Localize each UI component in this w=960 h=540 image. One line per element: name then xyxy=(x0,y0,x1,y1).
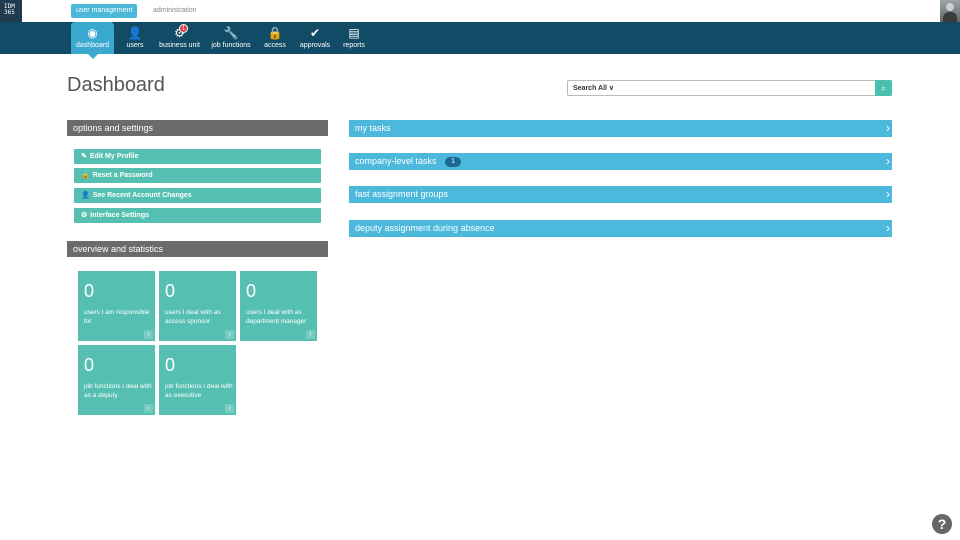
stat-tile[interactable]: 0 users I deal with as department manage… xyxy=(240,271,317,341)
edit-profile-button[interactable]: ✎ Edit My Profile xyxy=(74,149,321,164)
chevron-right-icon: › xyxy=(886,221,890,235)
count-badge: 1 xyxy=(445,157,461,167)
nav-approvals[interactable]: ✔ approvals xyxy=(295,22,335,54)
stat-label: users I am responsible for xyxy=(84,309,150,325)
stat-value: 0 xyxy=(165,355,176,375)
section-label: my tasks xyxy=(355,123,391,133)
chevron-right-icon: › xyxy=(225,330,234,339)
section-label: company-level tasks xyxy=(355,156,437,166)
search-bar: Search All ∨ ⌕ xyxy=(567,80,892,96)
nav-label: business unit xyxy=(159,42,200,49)
stat-label: users I deal with as access sponsor xyxy=(165,309,221,325)
stat-label: users I deal with as department manager xyxy=(246,309,307,325)
nav-business-unit[interactable]: ⚙ 1 business unit xyxy=(155,22,204,54)
avatar-body xyxy=(943,12,957,22)
nav-access[interactable]: 🔒 access xyxy=(261,22,289,54)
chevron-right-icon: › xyxy=(886,121,890,135)
nav-label: job functions xyxy=(211,42,251,49)
section-deputy-assignment[interactable]: deputy assignment during absence › xyxy=(349,220,892,237)
stat-value: 0 xyxy=(84,355,95,375)
section-my-tasks[interactable]: my tasks › xyxy=(349,120,892,137)
help-icon[interactable]: ? xyxy=(932,514,952,534)
nav-dashboard[interactable]: ◉ dashboard xyxy=(71,22,114,59)
options-settings-header: options and settings xyxy=(67,120,328,136)
dashboard-icon: ◉ xyxy=(87,26,98,40)
top-bar: IDM 365 user management administration xyxy=(0,0,960,22)
check-circle-icon: ✔ xyxy=(309,26,321,40)
user-icon: 👤 xyxy=(81,192,90,199)
search-scope-dropdown[interactable]: Search All ∨ xyxy=(573,81,614,96)
chevron-right-icon: › xyxy=(225,404,234,413)
user-icon: 👤 xyxy=(127,26,143,40)
gear-icon: ⚙ xyxy=(81,212,88,219)
section-label: deputy assignment during absence xyxy=(355,223,495,233)
chevron-right-icon: › xyxy=(144,404,153,413)
search-icon[interactable]: ⌕ xyxy=(875,80,892,96)
stat-tile[interactable]: 0 job functions I deal with as executive… xyxy=(159,345,236,415)
main-navbar: ◉ dashboard 👤 users ⚙ 1 business unit 🔧 … xyxy=(0,22,960,59)
nav-label: dashboard xyxy=(75,42,110,49)
stat-value: 0 xyxy=(165,281,176,301)
stat-value: 0 xyxy=(84,281,95,301)
overview-statistics-header: overview and statistics xyxy=(67,241,328,257)
avatar-head xyxy=(946,3,954,11)
edit-icon: ✎ xyxy=(81,153,87,160)
app-logo[interactable]: IDM 365 xyxy=(0,0,22,22)
nav-job-functions[interactable]: 🔧 job functions xyxy=(207,22,255,54)
lock-icon: 🔒 xyxy=(81,172,90,179)
stat-label: job functions I deal with as executive xyxy=(165,383,233,399)
chevron-right-icon: › xyxy=(886,154,890,168)
wrench-icon: 🔧 xyxy=(223,26,239,40)
stat-tile[interactable]: 0 users I am responsible for › xyxy=(78,271,155,341)
search-input[interactable] xyxy=(620,82,870,94)
module-tab-user-management[interactable]: user management xyxy=(71,4,138,18)
stat-tile[interactable]: 0 job functions I deal with as a deputy … xyxy=(78,345,155,415)
nav-users[interactable]: 👤 users xyxy=(121,22,149,54)
nav-label: users xyxy=(126,42,144,49)
stat-label: job functions I deal with as a deputy xyxy=(84,383,152,399)
chevron-right-icon: › xyxy=(886,187,890,201)
chevron-right-icon: › xyxy=(306,330,315,339)
recent-account-changes-button[interactable]: 👤 See Recent Account Changes xyxy=(74,188,321,203)
reports-icon: ▤ xyxy=(348,26,360,40)
page-title: Dashboard xyxy=(67,74,165,96)
stat-value: 0 xyxy=(246,281,257,301)
section-company-level-tasks[interactable]: company-level tasks 1 › xyxy=(349,153,892,170)
reset-password-button[interactable]: 🔒 Reset a Password xyxy=(74,168,321,183)
section-label: fast assignment groups xyxy=(355,189,449,199)
nav-label: access xyxy=(264,42,286,49)
notification-badge: 1 xyxy=(179,24,188,33)
nav-label: approvals xyxy=(299,42,331,49)
stat-tile[interactable]: 0 users I deal with as access sponsor › xyxy=(159,271,236,341)
lock-icon: 🔒 xyxy=(267,26,283,40)
section-fast-assignment-groups[interactable]: fast assignment groups › xyxy=(349,186,892,203)
module-tab-administration[interactable]: administration xyxy=(148,4,202,18)
nav-label: reports xyxy=(343,42,365,49)
nav-reports[interactable]: ▤ reports xyxy=(339,22,369,54)
chevron-right-icon: › xyxy=(144,330,153,339)
avatar[interactable] xyxy=(940,0,960,22)
interface-settings-button[interactable]: ⚙ Interface Settings xyxy=(74,208,321,223)
